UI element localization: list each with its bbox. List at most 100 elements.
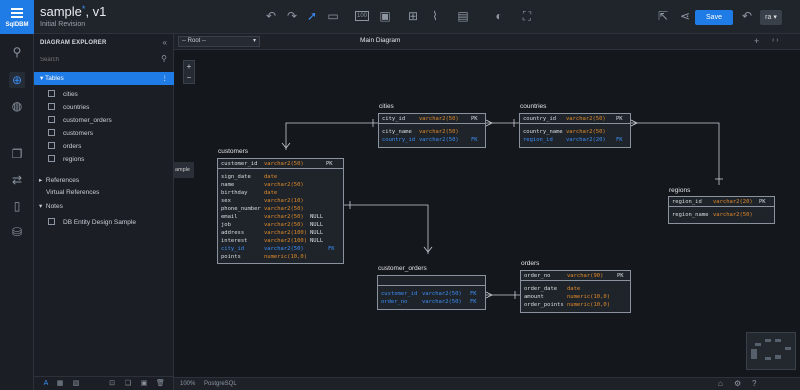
app-logo[interactable]: SqlDBM [0, 0, 34, 34]
minimap-block [775, 339, 781, 342]
tree-item-label: customers [63, 130, 93, 137]
diagram-icon[interactable]: ⊕ [9, 72, 25, 88]
export-icon[interactable]: ⇱ [656, 9, 670, 23]
history-icon[interactable]: ↶ [740, 9, 754, 23]
user-menu[interactable]: ra ▾ [760, 10, 782, 25]
column-type: varchar2(50) [566, 129, 606, 135]
column-row: name varchar2(50) [218, 181, 343, 189]
area-select-icon[interactable]: ▭ [326, 9, 340, 23]
rel-regions-countries[interactable] [631, 122, 720, 185]
root-select[interactable]: -- Root -- ▾ [178, 36, 260, 47]
entity-countries[interactable]: country_id varchar2(50) PK country_name var… [519, 113, 631, 148]
entity-title-countries[interactable]: countries [520, 103, 546, 110]
note-item[interactable]: DB Entity Design Sample [48, 217, 136, 229]
column-row: address varchar2(100) NULL [218, 229, 343, 237]
column-name: sex [221, 198, 231, 204]
tree-item-regions[interactable]: regions [48, 154, 84, 166]
minimap[interactable] [746, 332, 796, 370]
add-tab-icon[interactable]: + [754, 36, 759, 46]
settings-icon[interactable]: ⚙ [734, 379, 741, 388]
image-tool-icon[interactable]: ▦ [56, 380, 64, 388]
notes-group[interactable]: ▾ Notes [39, 202, 63, 210]
explorer-search-input[interactable] [38, 53, 170, 66]
top-toolbar: SqlDBM sample*, v1 Initial Revision ↶ ↷ … [0, 0, 800, 34]
note-icon[interactable]: ▤ [456, 9, 470, 23]
entity-title-customers[interactable]: customers [218, 148, 248, 155]
tab-main-diagram[interactable]: Main Diagram [360, 37, 400, 44]
column-type: varchar2(50) [419, 129, 459, 135]
compare-icon[interactable]: ⇄ [9, 172, 25, 188]
view-icon[interactable]: ◐ [492, 9, 506, 23]
rel-cities-customers[interactable] [285, 122, 378, 150]
zoom-100-icon[interactable]: 100 [355, 11, 369, 21]
book-icon[interactable]: ❐ [9, 146, 25, 162]
help-icon[interactable]: ? [752, 379, 756, 388]
delete-icon[interactable]: 🗑 [156, 380, 165, 388]
relationship-icon[interactable]: ⌇ [428, 9, 442, 23]
column-type: numeric(10,0) [567, 294, 611, 300]
entity-regions[interactable]: region_id varchar2(20) PK region_name varch… [668, 196, 775, 224]
add-view-icon[interactable]: ⊡ [108, 380, 116, 388]
copy-icon[interactable]: ❏ [124, 380, 132, 388]
select-pointer-icon[interactable]: ➚ [305, 9, 319, 23]
menu-icon [11, 8, 23, 20]
column-type: varchar2(20) [713, 199, 753, 205]
minimap-block [765, 357, 771, 360]
entity-customers[interactable]: customer_id varchar2(50) PK sign_date date … [217, 158, 344, 264]
project-name: sample [40, 4, 82, 19]
redo-icon[interactable]: ↷ [285, 9, 299, 23]
education-icon[interactable]: ⌂ [718, 379, 723, 388]
diagram-canvas[interactable]: + − ample cities city_id varchar2(50) PK… [174, 50, 800, 377]
add-table-icon[interactable]: ▣ [378, 9, 392, 23]
database-icon[interactable]: ◍ [9, 98, 25, 114]
entity-title-regions[interactable]: regions [669, 187, 690, 194]
column-name: order_date [524, 286, 558, 292]
column-row: sex varchar2(10) [218, 197, 343, 205]
database-import-icon[interactable]: ⛁ [9, 224, 25, 240]
column-row: order_no varchar2(50) FK [378, 298, 485, 306]
column-name: job [221, 222, 231, 228]
tab-scroll-icons[interactable]: ‹ › [772, 37, 779, 44]
zoom-level: 100% [180, 381, 196, 387]
project-title[interactable]: sample*, v1 [40, 4, 106, 19]
more-options-icon[interactable]: ⋮ [162, 72, 169, 85]
revision-label: Initial Revision [40, 21, 86, 28]
layers-icon[interactable]: ▧ [72, 380, 80, 388]
virtual-references-group[interactable]: Virtual References [46, 189, 99, 196]
entity-customer-orders[interactable]: customer_id varchar2(50) FK order_no varcha… [377, 275, 486, 310]
column-row: country_name varchar2(50) [520, 128, 630, 136]
fit-screen-icon[interactable]: ⛶ [520, 9, 534, 23]
tree-item-cities[interactable]: cities [48, 89, 78, 101]
entity-title-orders[interactable]: orders [521, 260, 539, 267]
tree-item-orders[interactable]: orders [48, 141, 81, 153]
column-type: varchar2(50) [713, 212, 753, 218]
undo-icon[interactable]: ↶ [264, 9, 278, 23]
layout-grid-icon[interactable]: ⊞ [406, 9, 420, 23]
hierarchy-icon[interactable]: ⚲ [9, 44, 25, 60]
save-button[interactable]: Save [695, 10, 733, 25]
document-icon[interactable]: ▯ [9, 198, 25, 214]
column-null: NULL [310, 238, 324, 244]
share-icon[interactable]: ⋖ [678, 9, 692, 23]
rel-customers-orders[interactable] [344, 204, 429, 254]
tree-item-countries[interactable]: countries [48, 102, 89, 114]
column-name: country_id [523, 116, 557, 122]
references-group[interactable]: ▸ References [39, 176, 79, 184]
entity-title-customer-orders[interactable]: customer_orders [378, 265, 427, 272]
table-icon [48, 90, 55, 97]
table-icon [48, 142, 55, 149]
column-row: phone_number varchar2(50) [218, 205, 343, 213]
entity-title-cities[interactable]: cities [379, 103, 394, 110]
text-tool-icon[interactable]: A [42, 380, 50, 388]
entity-cities[interactable]: city_id varchar2(50) PK city_name varchar2(… [378, 113, 486, 148]
tree-item-customers[interactable]: customers [48, 128, 93, 140]
search-icon[interactable]: ⚲ [161, 54, 167, 63]
column-row: interest varchar2(100) NULL [218, 237, 343, 245]
column-name: order_no [524, 273, 551, 279]
entity-orders[interactable]: order_no varchar(90) PK order_date date amo… [520, 270, 631, 313]
column-null: NULL [310, 230, 324, 236]
tree-item-customer-orders[interactable]: customer_orders [48, 115, 112, 127]
collapse-icon[interactable]: « [163, 38, 167, 47]
paste-icon[interactable]: ▣ [140, 380, 148, 388]
tables-group[interactable]: ▾ Tables ⋮ [34, 72, 174, 85]
